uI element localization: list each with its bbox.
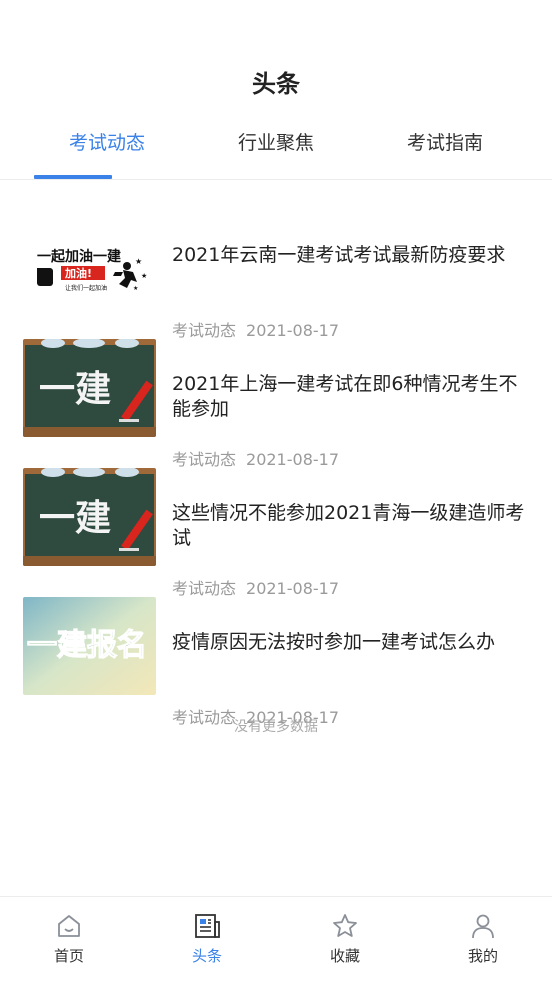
list-item[interactable]: 一建报名 疫情原因无法按时参加一建考试怎么办 考试动态 2021-08-17	[0, 597, 552, 727]
fist-icon	[37, 268, 53, 286]
header: 头条 考试动态 行业聚焦 考试指南	[0, 0, 552, 180]
article-meta: 考试动态 2021-08-17	[172, 575, 339, 599]
article-meta: 考试动态 2021-08-17	[172, 317, 339, 341]
tabbar-profile[interactable]: 我的	[414, 897, 552, 982]
article-title[interactable]: 2021年云南一建考试考试最新防疫要求	[172, 243, 528, 268]
article-date: 2021-08-17	[246, 321, 339, 340]
tab-bar-top: 考试动态 行业聚焦 考试指南	[0, 128, 552, 180]
tab-exam-guide[interactable]: 考试指南	[375, 128, 515, 155]
tabbar-label: 我的	[467, 947, 498, 965]
active-tab-indicator	[34, 175, 112, 179]
news-icon	[195, 914, 220, 938]
bottom-tab-bar: 首页 头条 收藏 我的	[0, 896, 552, 981]
star-icon	[333, 914, 357, 937]
home-icon	[58, 915, 80, 937]
tabbar-home[interactable]: 首页	[0, 897, 138, 982]
article-thumbnail: 一建	[23, 468, 156, 566]
article-category: 考试动态	[172, 450, 237, 469]
article-thumbnail: 一起加油一建 加油! 让我们一起加油 ★ ★ ★	[23, 210, 156, 308]
svg-text:★: ★	[135, 257, 142, 266]
svg-text:★: ★	[133, 285, 138, 292]
list-item[interactable]: 一起加油一建 加油! 让我们一起加油 ★ ★ ★ 2021年云南一建考试考试最新…	[0, 210, 552, 341]
article-date: 2021-08-17	[246, 579, 339, 598]
thumb-text: 一建	[39, 498, 111, 539]
article-title[interactable]: 这些情况不能参加2021青海一级建造师考试	[172, 501, 528, 551]
tab-industry-focus[interactable]: 行业聚焦	[206, 128, 346, 155]
thumb-text: 让我们一起加油	[65, 284, 107, 292]
article-thumbnail: 一建报名	[23, 597, 156, 695]
article-thumbnail: 一建	[23, 339, 156, 437]
tabbar-label: 收藏	[329, 947, 360, 965]
svg-text:★: ★	[141, 272, 147, 280]
article-category: 考试动态	[172, 579, 237, 598]
page-title: 头条	[252, 70, 300, 98]
tabbar-label: 首页	[53, 947, 84, 965]
user-icon	[472, 914, 494, 939]
tab-exam-news[interactable]: 考试动态	[37, 128, 177, 155]
tabbar-favorites[interactable]: 收藏	[276, 897, 414, 982]
list-item[interactable]: 一建 这些情况不能参加2021青海一级建造师考试 考试动态 2021-08-17	[0, 468, 552, 599]
thumb-text: 一建报名	[27, 628, 147, 663]
article-title[interactable]: 2021年上海一建考试在即6种情况考生不能参加	[172, 372, 528, 422]
thumb-text: 一建	[39, 369, 111, 410]
thumb-text: 加油!	[64, 266, 92, 280]
tabbar-news[interactable]: 头条	[138, 897, 276, 982]
list-item[interactable]: 一建 2021年上海一建考试在即6种情况考生不能参加 考试动态 2021-08-1…	[0, 339, 552, 470]
article-title[interactable]: 疫情原因无法按时参加一建考试怎么办	[172, 630, 528, 655]
thumb-text: 一起加油一建	[37, 248, 121, 265]
article-date: 2021-08-17	[246, 450, 339, 469]
tabbar-label: 头条	[191, 947, 222, 965]
article-category: 考试动态	[172, 321, 237, 340]
article-meta: 考试动态 2021-08-17	[172, 446, 339, 470]
list-end-message: 没有更多数据	[234, 719, 318, 735]
